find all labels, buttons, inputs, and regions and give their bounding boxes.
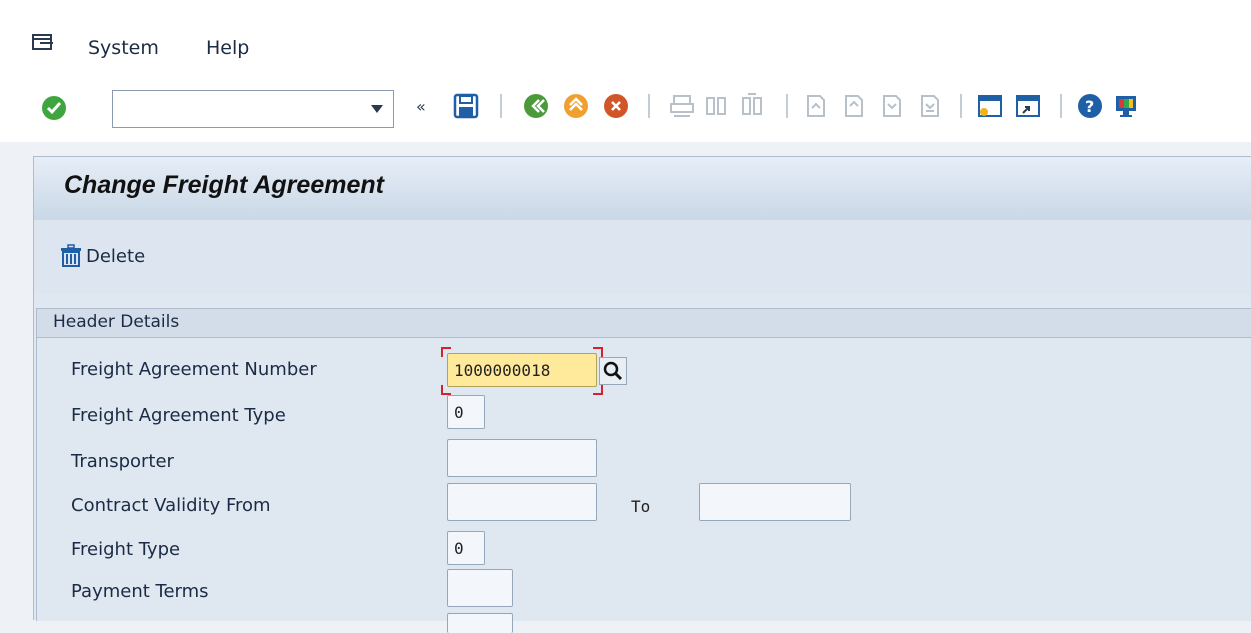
last-page-icon (921, 95, 939, 117)
focus-marker (593, 347, 603, 357)
print-icon (670, 95, 694, 117)
toolbar-separator (648, 94, 650, 118)
validity-to-label: To (631, 497, 651, 516)
agreement-type-label: Freight Agreement Type (71, 405, 286, 426)
trash-icon (61, 244, 81, 267)
freight-type-field[interactable]: 0 (447, 531, 485, 565)
focus-marker (593, 385, 603, 395)
toolbar-separator (1060, 94, 1062, 118)
menu-system[interactable]: System (88, 37, 159, 59)
payment-terms-field[interactable] (447, 569, 513, 607)
delete-button[interactable]: Delete (58, 242, 145, 270)
toolbar-separator (960, 94, 962, 118)
save-icon[interactable] (452, 92, 480, 120)
transporter-field[interactable] (447, 439, 597, 477)
focus-marker (441, 347, 451, 357)
agreement-number-value: 1000000018 (454, 361, 551, 380)
validity-from-field[interactable] (447, 483, 597, 521)
freight-type-label: Freight Type (71, 539, 181, 560)
find-icon (706, 97, 726, 115)
find-next-icon (742, 93, 762, 115)
delete-label: Delete (86, 245, 146, 267)
cancel-icon[interactable] (602, 92, 630, 120)
dropdown-arrow-icon[interactable] (371, 105, 383, 113)
payment-terms-label: Payment Terms (71, 581, 209, 602)
create-shortcut-icon[interactable] (1014, 92, 1042, 120)
next-field-partial[interactable] (447, 613, 513, 633)
group-title: Header Details (53, 312, 180, 332)
exit-icon[interactable] (562, 92, 590, 120)
enter-icon[interactable] (40, 94, 68, 122)
menu-help[interactable]: Help (206, 37, 249, 59)
application-toolbar: Delete (33, 220, 1251, 294)
agreement-type-field[interactable]: 0 (447, 395, 485, 429)
customize-layout-icon[interactable] (1112, 92, 1140, 120)
magnifier-icon (603, 361, 623, 381)
group-header: Header Details (37, 309, 1251, 338)
search-help-button[interactable] (599, 357, 627, 385)
first-page-icon (807, 95, 825, 117)
expand-collapse-icon[interactable]: « (414, 96, 436, 118)
main-content: Header Details Freight Agreement Number … (33, 294, 1251, 633)
toolbar-separator (500, 94, 502, 118)
back-icon[interactable] (522, 92, 550, 120)
page-title: Change Freight Agreement (64, 171, 384, 199)
freight-type-value: 0 (454, 539, 464, 558)
validity-from-label: Contract Validity From (71, 495, 271, 516)
focus-marker (441, 385, 451, 395)
menu-bar: System Help (0, 0, 1251, 78)
help-icon[interactable]: ? (1076, 92, 1104, 120)
create-session-icon[interactable] (976, 92, 1004, 120)
agreement-type-value: 0 (454, 403, 464, 422)
agreement-number-label: Freight Agreement Number (71, 359, 317, 380)
toolbar-separator (786, 94, 788, 118)
next-page-icon (883, 95, 901, 117)
agreement-number-field[interactable]: 1000000018 (447, 353, 597, 387)
svg-text:?: ? (1085, 97, 1094, 116)
transporter-label: Transporter (71, 451, 174, 472)
svg-text:«: « (416, 97, 426, 116)
header-details-group: Header Details Freight Agreement Number … (36, 308, 1251, 633)
previous-page-icon (845, 95, 863, 117)
menu-icon[interactable] (32, 34, 54, 52)
command-field[interactable] (112, 90, 394, 128)
screen-title-bar: Change Freight Agreement (33, 156, 1251, 221)
validity-to-field[interactable] (699, 483, 851, 521)
